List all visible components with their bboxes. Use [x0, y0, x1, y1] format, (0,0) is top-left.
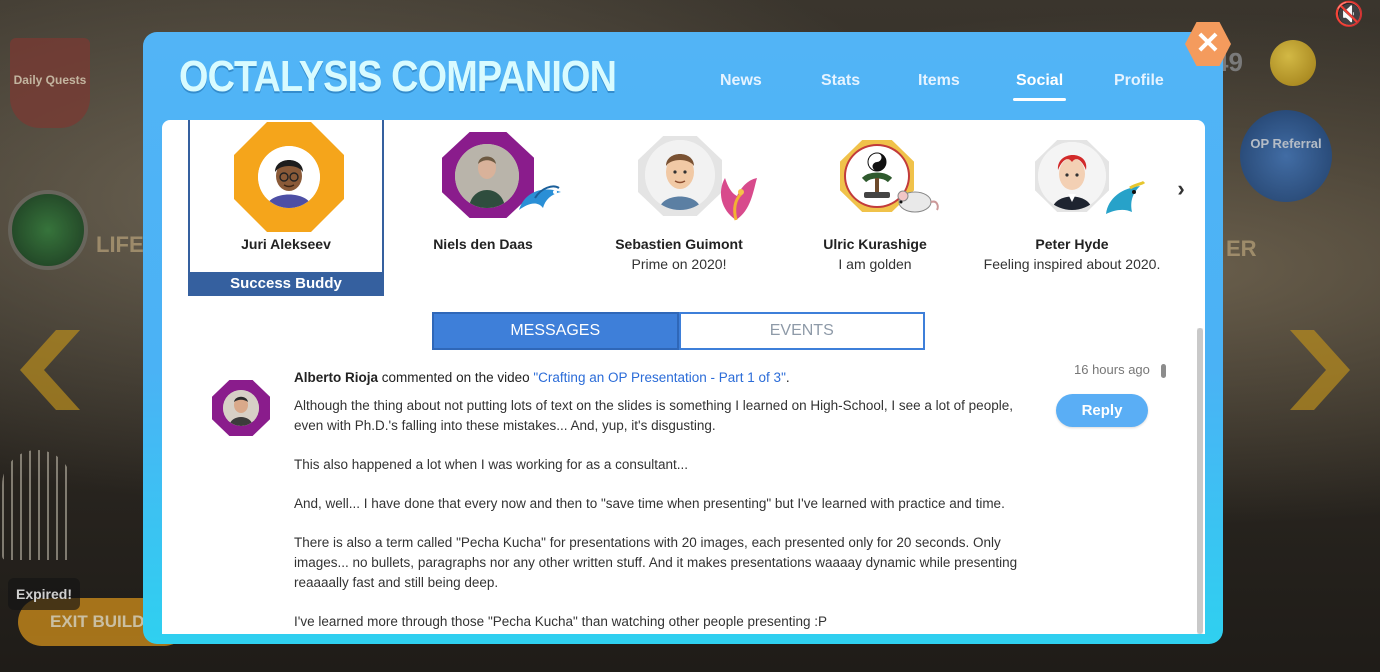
bg-left-label: LIFE: [96, 232, 144, 257]
message-paragraph: I've learned more through those "Pecha K…: [294, 614, 828, 629]
companion-status: I am golden: [838, 256, 912, 272]
phoenix-pet-icon: [711, 170, 761, 235]
sound-muted-icon[interactable]: 🔇: [1334, 0, 1374, 30]
success-buddy-label: Success Buddy: [190, 272, 382, 294]
companion-name: Ulric Kurashige: [823, 236, 927, 252]
tab-items[interactable]: Items: [918, 72, 960, 90]
companion-name: Juri Alekseev: [241, 236, 331, 252]
companion-card[interactable]: Ulric Kurashige I am golden: [775, 120, 975, 272]
companion-avatar: [775, 120, 975, 236]
op-referral-label: OP Referral: [1250, 136, 1322, 151]
message-author[interactable]: Alberto Rioja: [294, 370, 378, 385]
message-scroll-handle[interactable]: [1161, 364, 1166, 378]
success-buddy-card[interactable]: Juri Alekseev Success Buddy: [188, 120, 384, 296]
companion-avatar: [188, 120, 384, 236]
reply-button[interactable]: Reply: [1056, 394, 1148, 427]
dragon-pet-icon: [515, 180, 565, 227]
app-title: OCTALYSIS COMPANION: [179, 52, 617, 101]
companion-name: Peter Hyde: [1035, 236, 1109, 252]
coin-icon: [1270, 40, 1316, 86]
expired-badge: Expired!: [8, 578, 80, 610]
scrollbar-thumb[interactable]: [1197, 328, 1203, 634]
op-referral-button[interactable]: OP Referral: [1240, 110, 1332, 202]
message-header: Alberto Rioja commented on the video "Cr…: [294, 370, 790, 385]
message-paragraph: There is also a term called "Pecha Kucha…: [294, 535, 1018, 590]
bg-right-label: ER: [1226, 236, 1257, 261]
companion-card[interactable]: Niels den Daas: [383, 120, 583, 256]
tab-events[interactable]: EVENTS: [678, 312, 925, 350]
cage-icon: [2, 450, 72, 560]
person-avatar-icon: [1038, 142, 1106, 210]
close-icon: ✕: [1195, 27, 1221, 60]
person-avatar-icon: [258, 146, 320, 208]
companion-name: Sebastien Guimont: [615, 236, 743, 252]
companion-status: Prime on 2020!: [631, 256, 727, 272]
active-tab-indicator: [1013, 98, 1067, 101]
companion-card: Juri Alekseev: [188, 120, 384, 252]
carousel-next-button[interactable]: ›: [1170, 176, 1192, 201]
tab-stats[interactable]: Stats: [821, 72, 860, 90]
chevron-right-icon: ›: [1177, 176, 1185, 201]
person-photo-icon: [223, 390, 259, 426]
companion-avatar: [972, 120, 1172, 236]
companion-avatar: [579, 120, 779, 236]
person-photo-icon: [455, 144, 519, 208]
person-avatar-icon: [645, 140, 715, 210]
message-action: commented on the video: [381, 370, 530, 385]
message-body: Although the thing about not putting lot…: [294, 396, 1044, 634]
bird-pet-icon: [1100, 178, 1146, 233]
message-timestamp: 16 hours ago: [1074, 362, 1150, 377]
tab-messages[interactable]: MESSAGES: [432, 312, 679, 350]
message-paragraph: And, well... I have done that every now …: [294, 496, 1005, 511]
message-paragraph: Although the thing about not putting lot…: [294, 398, 1013, 433]
companion-card[interactable]: Sebastien Guimont Prime on 2020!: [579, 120, 779, 272]
companion-card[interactable]: Peter Hyde Feeling inspired about 2020.: [972, 120, 1172, 272]
social-tabs: MESSAGES EVENTS: [432, 312, 925, 350]
tab-news[interactable]: News: [720, 72, 762, 90]
companion-avatar: [383, 120, 583, 236]
video-link[interactable]: "Crafting an OP Presentation - Part 1 of…: [533, 370, 785, 385]
companion-status: Feeling inspired about 2020.: [983, 256, 1161, 272]
tab-profile[interactable]: Profile: [1114, 72, 1164, 90]
companion-name: Niels den Daas: [433, 236, 533, 252]
daily-quests-banner[interactable]: Daily Quests: [10, 38, 90, 128]
tab-social[interactable]: Social: [1013, 72, 1067, 101]
daily-quests-label: Daily Quests: [13, 73, 87, 87]
message-avatar[interactable]: [212, 380, 270, 436]
rat-pet-icon: [893, 180, 941, 225]
message-paragraph: This also happened a lot when I was work…: [294, 457, 688, 472]
social-panel: Juri Alekseev Success Buddy Niels den Da…: [162, 120, 1205, 634]
period: .: [785, 370, 790, 385]
radar-icon[interactable]: [8, 190, 88, 270]
tab-social-label: Social: [1016, 72, 1064, 89]
